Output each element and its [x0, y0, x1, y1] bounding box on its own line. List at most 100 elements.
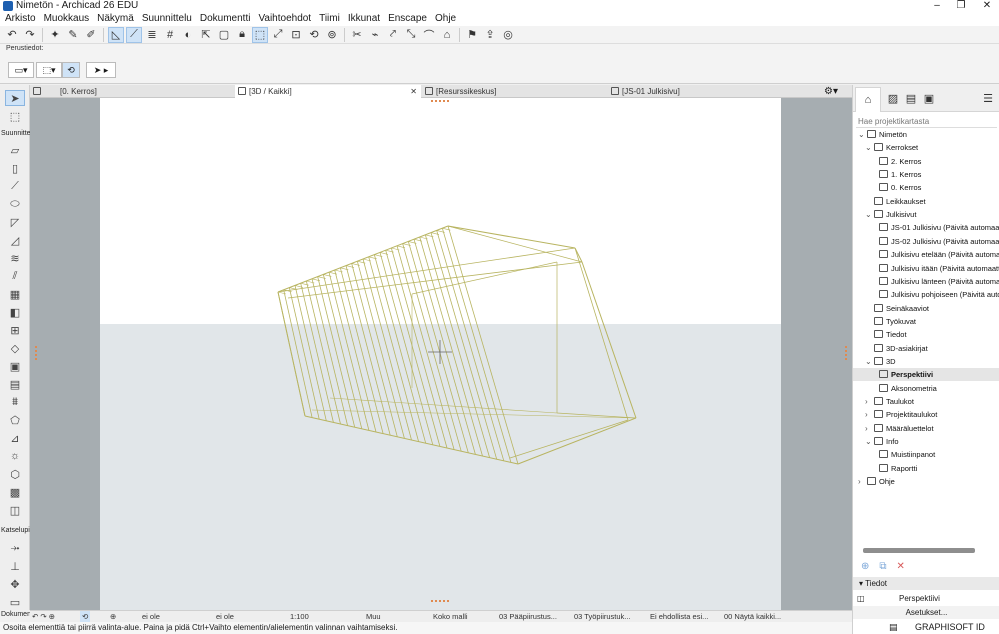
collapse-arrow-icon[interactable]: ›	[865, 422, 868, 435]
maximize-button[interactable]: ❐	[949, 0, 973, 12]
tree-item[interactable]: Julkisivu itään (Päivitä automaattisesti…	[879, 262, 999, 275]
scrollbar-thumb[interactable]	[863, 548, 975, 553]
wall-tool[interactable]: ▱	[6, 143, 24, 157]
menu-ohje[interactable]: Ohje	[431, 12, 460, 26]
layers-icon[interactable]: ≣	[145, 28, 159, 42]
skylight-tool[interactable]: ◇	[6, 341, 24, 355]
tree-item[interactable]: Perspektiivi	[853, 368, 999, 382]
document-icon[interactable]: ▤	[889, 621, 898, 634]
lamp-tool[interactable]: ☼	[6, 449, 24, 463]
guide-lines-icon[interactable]: ◺	[108, 26, 124, 43]
undo-icon[interactable]: ↶	[5, 28, 19, 42]
trace-icon[interactable]: ◐	[181, 28, 195, 42]
publisher-sets-icon[interactable]: ▣	[921, 90, 937, 106]
tree-item[interactable]: Muistiinpanot	[879, 448, 935, 461]
orbit-icon[interactable]: ⟲	[307, 28, 321, 42]
tree-item[interactable]: ⌄ Nimetön	[858, 128, 907, 141]
tree-item[interactable]: 1. Kerros	[879, 168, 921, 181]
collapse-arrow-icon[interactable]: ›	[865, 408, 868, 421]
menu-tiimi[interactable]: Tiimi	[315, 12, 344, 26]
tab-resource-center[interactable]: [Resurssikeskus]	[422, 85, 608, 98]
roof-icon[interactable]: ⌂	[440, 28, 454, 42]
curtain-wall-tool[interactable]: ▦	[6, 287, 24, 301]
redo-icon[interactable]: ↷	[23, 28, 37, 42]
expand-arrow-icon[interactable]: ⌄	[865, 141, 872, 154]
stair-run-tool[interactable]: ⊿	[6, 431, 24, 445]
bimx-icon[interactable]: ◎	[501, 28, 515, 42]
settings-button[interactable]: Asetukset...	[853, 606, 999, 619]
pick-up-parameters-icon[interactable]: ✎	[66, 28, 80, 42]
properties-header[interactable]: ▾ Tiedot	[853, 577, 999, 590]
camera-tool[interactable]: ✥	[6, 577, 24, 591]
opening-tool[interactable]: ◫	[6, 503, 24, 517]
arrow-tool[interactable]: ➤	[5, 90, 25, 106]
beam-tool[interactable]: ⟋	[6, 179, 24, 193]
3d-navigation-icon[interactable]: ⊚	[325, 28, 339, 42]
equipment-tool[interactable]: ⬡	[6, 467, 24, 481]
menu-arkisto[interactable]: Arkisto	[1, 12, 40, 26]
marquee-tool[interactable]: ⬚	[6, 109, 24, 123]
expand-arrow-icon[interactable]: ⌄	[865, 355, 872, 368]
stair-tool[interactable]: ≋	[6, 251, 24, 265]
roof-tool[interactable]: ◸	[6, 215, 24, 229]
tree-item[interactable]: › Ohje	[858, 475, 895, 488]
menu-enscape[interactable]: Enscape	[384, 12, 431, 26]
tree-item[interactable]: Julkisivu pohjoiseen (Päivitä automaatti…	[879, 288, 999, 301]
section-tool[interactable]: ⤞	[6, 541, 24, 555]
tree-item[interactable]: ⌄ Info	[865, 435, 899, 448]
pointer-icon[interactable]: ⇱	[199, 28, 213, 42]
menu-dokumentti[interactable]: Dokumentti	[196, 12, 255, 26]
expand-arrow-icon[interactable]: ⌄	[858, 128, 865, 141]
tree-item[interactable]: Julkisivu etelään (Päivitä automaattises…	[879, 248, 999, 261]
navigator-menu-icon[interactable]: ☰	[980, 90, 996, 106]
tree-item[interactable]: JS-02 Julkisivu (Päivitä automaattisesti…	[879, 235, 999, 248]
worksheet-tool[interactable]: ▭	[6, 595, 24, 609]
tab-elevation-js01[interactable]: [JS-01 Julkisivu]	[608, 85, 808, 98]
tree-item[interactable]: ⌄ 3D	[865, 355, 896, 368]
menu-suunnittelu[interactable]: Suunnittelu	[138, 12, 196, 26]
magic-wand-icon[interactable]: ✦	[48, 28, 62, 42]
tab-floor-plan[interactable]: [0. Kerros]	[30, 85, 235, 98]
railing-tool[interactable]: ⫽	[6, 269, 24, 283]
shell-tool[interactable]: ◿	[6, 233, 24, 247]
navigator-scrollbar[interactable]	[853, 546, 999, 554]
zoom-area-icon[interactable]: ⊡	[289, 28, 303, 42]
object-tool[interactable]: ▣	[6, 359, 24, 373]
tree-item[interactable]: Raportti	[879, 462, 917, 475]
tree-item[interactable]: Seinäkaaviot	[874, 302, 929, 315]
delete-icon[interactable]: ✕	[897, 561, 905, 572]
split-icon[interactable]: ⌁	[368, 28, 382, 42]
minimize-button[interactable]: –	[925, 0, 949, 12]
column-tool[interactable]: ▯	[6, 161, 24, 175]
layout-book-icon[interactable]: ▤	[903, 90, 919, 106]
tree-item[interactable]: › Taulukot	[865, 395, 914, 408]
tree-item[interactable]: Leikkaukset	[874, 195, 926, 208]
graphisoft-id-label[interactable]: GRAPHISOFT ID	[915, 621, 985, 634]
project-map-icon[interactable]: ⌂	[855, 87, 881, 112]
door-tool[interactable]: ◧	[6, 305, 24, 319]
suspend-groups-icon[interactable]: ▢	[217, 28, 231, 42]
tree-item[interactable]: JS-01 Julkisivu (Päivitä automaattisesti…	[879, 221, 999, 234]
fillet-icon[interactable]: ⌒	[422, 28, 436, 42]
tree-item[interactable]: 3D-asiakirjat	[874, 342, 928, 355]
tree-item[interactable]: Julkisivu länteen (Päivitä automaattises…	[879, 275, 999, 288]
tree-item[interactable]: ⌄ Julkisivut	[865, 208, 916, 221]
window-tool[interactable]: ⊞	[6, 323, 24, 337]
expand-arrow-icon[interactable]: ⌄	[865, 208, 872, 221]
inject-parameters-icon[interactable]: ✐	[84, 28, 98, 42]
adjust-icon[interactable]: ⤤	[386, 28, 400, 42]
morph-tool[interactable]: ⬠	[6, 413, 24, 427]
tree-item[interactable]: 0. Kerros	[879, 181, 921, 194]
clone-icon[interactable]: ⧉	[879, 561, 886, 572]
add-icon[interactable]: ⊕	[861, 561, 869, 572]
collapse-arrow-icon[interactable]: ›	[865, 395, 868, 408]
tree-item[interactable]: › Määräluettelot	[865, 422, 934, 435]
pointer-mode-dropdown[interactable]: ➤ ▸	[86, 62, 116, 78]
fit-in-window-icon[interactable]: ⤢	[271, 28, 285, 42]
menu-muokkaus[interactable]: Muokkaus	[40, 12, 94, 26]
expand-arrow-icon[interactable]: ⌄	[865, 435, 872, 448]
trim-icon[interactable]: ✂	[350, 28, 364, 42]
lock-icon[interactable]: 🔒︎	[235, 28, 249, 42]
close-window-button[interactable]: ✕	[975, 0, 999, 12]
tree-item[interactable]: › Projektitaulukot	[865, 408, 937, 421]
